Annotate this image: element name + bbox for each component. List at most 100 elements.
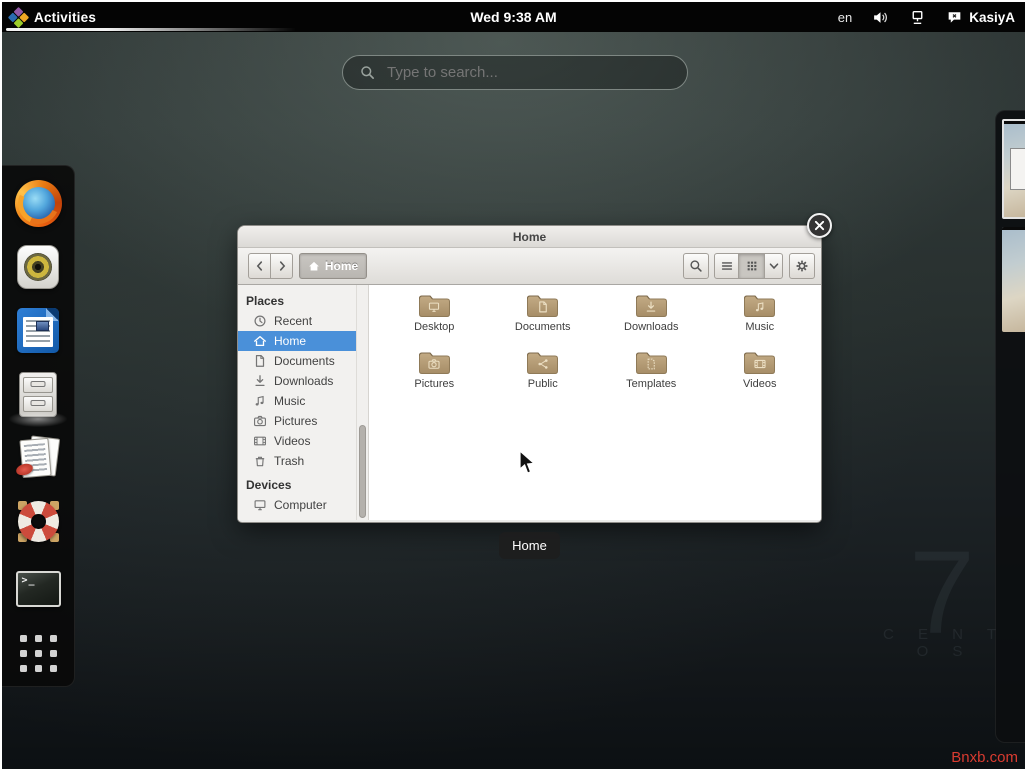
sidebar-row[interactable]: Downloads <box>238 371 356 391</box>
search-icon <box>360 65 375 80</box>
wallpaper-brand: C E N T O S <box>872 626 1017 660</box>
view-switcher <box>714 253 783 279</box>
folder-item[interactable]: Pictures <box>380 345 489 402</box>
window-titlebar[interactable]: Home <box>238 226 821 248</box>
sidebar-row[interactable]: Home <box>238 331 356 351</box>
folder-label: Public <box>528 378 558 390</box>
sidebar-row-label: Home <box>274 334 306 348</box>
window-close-button[interactable] <box>807 213 832 238</box>
sidebar-row[interactable]: Documents <box>238 351 356 371</box>
workspace-thumbnail-1[interactable] <box>1002 119 1027 219</box>
folder-item[interactable]: Videos <box>706 345 815 402</box>
folder-icon <box>743 349 776 375</box>
folder-label: Templates <box>626 378 676 390</box>
dock-item-rhythmbox[interactable] <box>13 242 63 292</box>
help-lifebuoy-icon <box>16 499 61 544</box>
folder-item[interactable]: Downloads <box>597 288 706 345</box>
dock-item-libreoffice-writer[interactable] <box>13 305 63 355</box>
username-label: KasiyA <box>969 10 1015 25</box>
sidebar-row-label: Videos <box>274 434 310 448</box>
home-icon <box>308 260 320 272</box>
keyboard-layout-indicator[interactable]: en <box>838 10 852 25</box>
document-icon <box>253 354 267 368</box>
folder-item[interactable]: Templates <box>597 345 706 402</box>
search-button[interactable] <box>683 253 709 279</box>
dash-dock: >_ <box>2 165 75 687</box>
gear-menu-button[interactable] <box>789 253 815 279</box>
sidebar-row-label: Places <box>246 294 284 308</box>
sidebar-row-label: Music <box>274 394 305 408</box>
documents-icon <box>15 435 61 481</box>
clock-icon <box>253 314 267 328</box>
scrollbar-thumb[interactable] <box>359 425 366 518</box>
path-button-home[interactable]: Home <box>299 253 367 279</box>
sidebar-row-label: Pictures <box>274 414 317 428</box>
sidebar-row[interactable]: Computer <box>238 495 356 515</box>
folder-label: Desktop <box>414 321 454 333</box>
gnome-overview-screen: Activities Wed 9:38 AM en KasiyA <box>0 0 1027 771</box>
libreoffice-writer-icon <box>17 308 59 353</box>
music-icon <box>253 394 267 408</box>
sidebar-section-header: Places <box>238 290 356 311</box>
dock-item-help[interactable] <box>13 496 63 546</box>
template-icon <box>645 357 658 370</box>
dock-item-documents[interactable] <box>13 433 63 483</box>
forward-button[interactable] <box>270 253 293 279</box>
overview-search[interactable] <box>342 55 688 90</box>
files-window[interactable]: Home Home <box>238 226 821 522</box>
computer-icon <box>253 498 267 512</box>
download-icon <box>253 374 267 388</box>
list-view-icon <box>720 259 734 273</box>
folder-label: Downloads <box>624 321 678 333</box>
list-view-button[interactable] <box>714 253 739 279</box>
network-icon[interactable] <box>909 9 926 26</box>
music-icon <box>753 300 766 313</box>
chevron-right-icon <box>275 259 289 273</box>
sidebar-row-label: Documents <box>274 354 335 368</box>
close-icon <box>814 220 825 231</box>
workspace-mini-window <box>1010 148 1027 190</box>
folder-view[interactable]: Desktop Documents <box>369 285 821 520</box>
folder-item[interactable]: Public <box>489 345 598 402</box>
back-button[interactable] <box>248 253 271 279</box>
folder-item[interactable]: Documents <box>489 288 598 345</box>
grid-view-icon <box>745 259 759 273</box>
folder-item[interactable]: Desktop <box>380 288 489 345</box>
files-icon <box>19 372 57 417</box>
search-input[interactable] <box>385 63 665 82</box>
sidebar-scrollbar[interactable] <box>356 285 369 520</box>
folder-icon <box>743 292 776 318</box>
sidebar-row[interactable]: Pictures <box>238 411 356 431</box>
folder-icon <box>418 349 451 375</box>
sidebar-row[interactable]: Trash <box>238 451 356 471</box>
workspace-thumbnail-2[interactable] <box>1002 227 1027 332</box>
activities-active-indicator <box>6 28 306 31</box>
show-applications-button[interactable] <box>13 628 63 678</box>
dock-item-firefox[interactable] <box>13 178 63 228</box>
film-icon <box>753 357 766 370</box>
sidebar-row[interactable]: Recent <box>238 311 356 331</box>
sidebar-row[interactable]: Videos <box>238 431 356 451</box>
folder-icon <box>635 349 668 375</box>
chevron-left-icon <box>253 259 267 273</box>
volume-icon[interactable] <box>872 9 889 26</box>
grid-view-button[interactable] <box>738 253 765 279</box>
sidebar-row-label: Downloads <box>274 374 333 388</box>
desktop-icon <box>428 300 441 313</box>
sidebar-section-header: Devices <box>238 474 356 495</box>
path-button-label: Home <box>325 259 358 273</box>
document-icon <box>536 300 549 313</box>
window-toolbar: Home <box>238 248 821 285</box>
top-bar: Activities Wed 9:38 AM en KasiyA <box>2 2 1025 32</box>
folder-item[interactable]: Music <box>706 288 815 345</box>
sidebar-row[interactable]: Music <box>238 391 356 411</box>
folder-label: Music <box>745 321 774 333</box>
user-menu[interactable]: KasiyA <box>946 9 1015 26</box>
dock-item-terminal[interactable]: >_ <box>13 564 63 614</box>
window-title: Home <box>513 230 546 244</box>
home-icon <box>253 334 267 348</box>
sidebar-row-label: Devices <box>246 478 291 492</box>
dock-item-files[interactable] <box>13 369 63 419</box>
places-sidebar: Places Recent Home Documents Downloads <box>238 285 356 520</box>
view-options-dropdown[interactable] <box>764 253 783 279</box>
